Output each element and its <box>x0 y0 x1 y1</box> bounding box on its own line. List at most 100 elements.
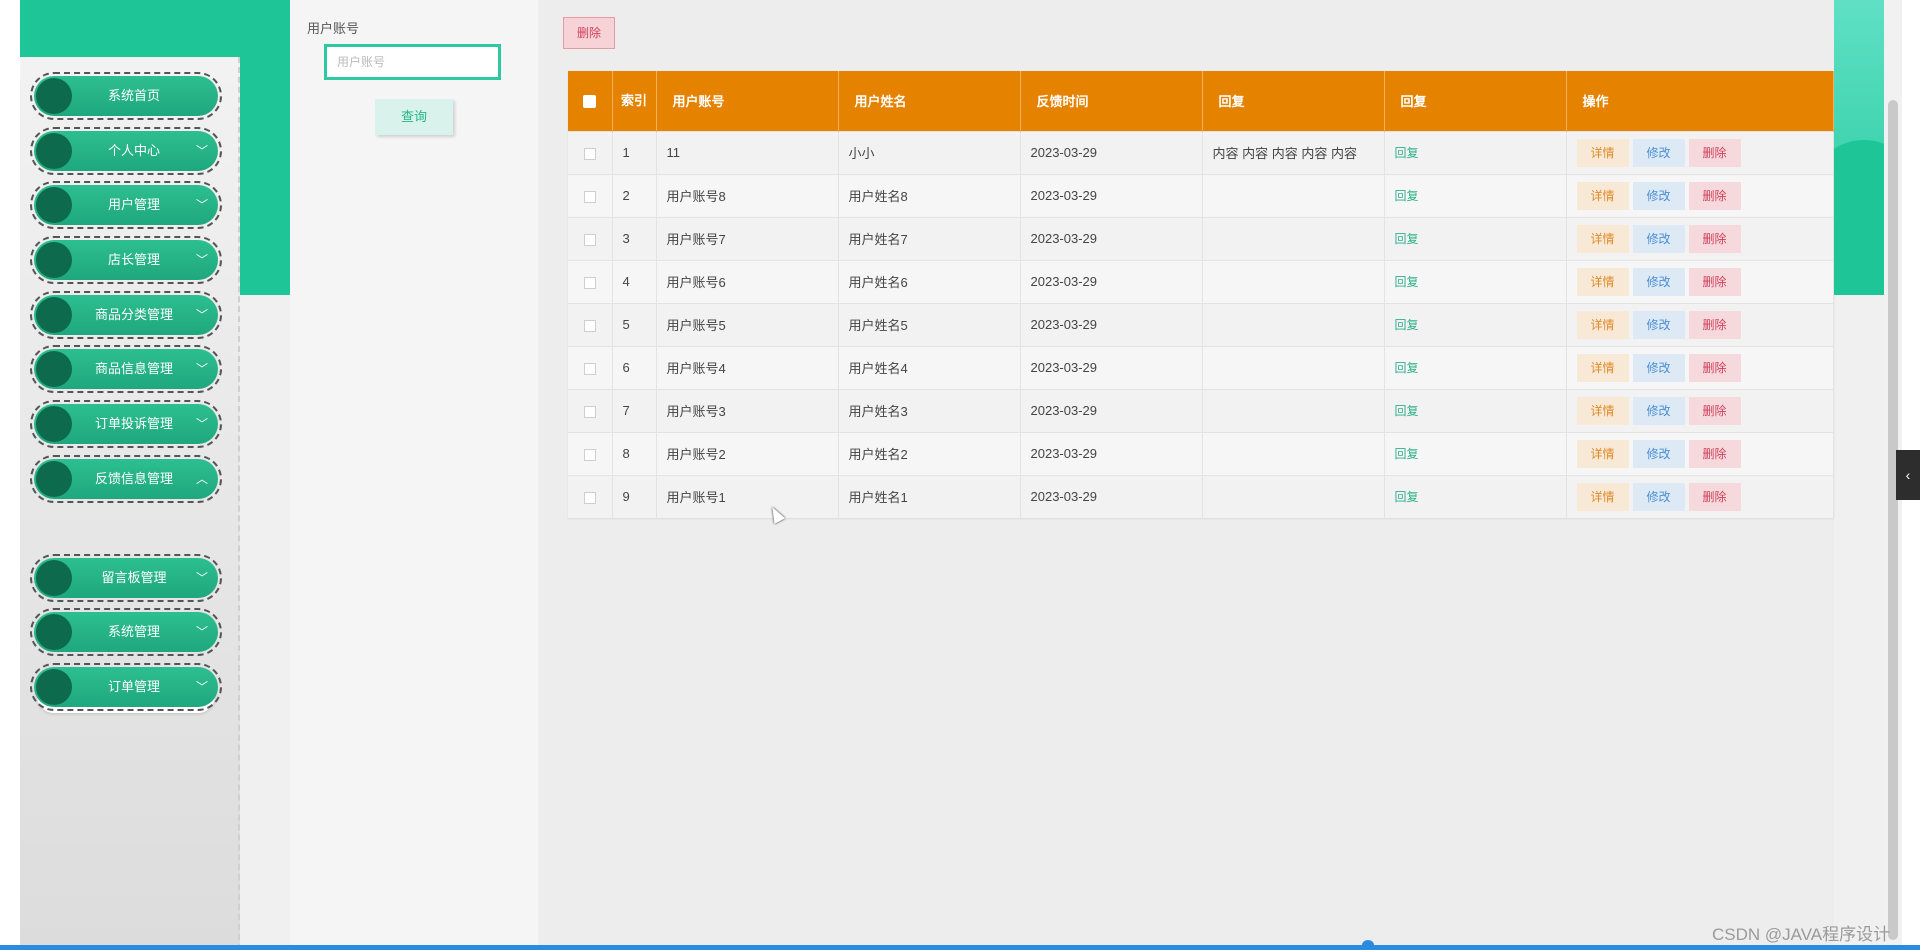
sidebar-item-6[interactable]: 商品信息管理 ﹀ <box>30 345 222 393</box>
detail-button[interactable]: 详情 <box>1576 353 1629 382</box>
app-frame: 反馈信息 系统首页个人中心﹀用户管理﹀店长管理﹀商品分类管理﹀商品信息管理﹀订单… <box>0 0 1920 950</box>
sidebar-item-1[interactable]: 系统首页 <box>30 72 222 120</box>
cell-account: 用户账号4 <box>656 345 839 389</box>
menu-dot-icon <box>36 560 72 596</box>
cell-reply-content <box>1202 216 1385 260</box>
detail-button[interactable]: 详情 <box>1576 138 1629 167</box>
delete-button[interactable]: 删除 <box>1688 310 1741 339</box>
table-row: 8 用户账号2 用户姓名2 2023-03-29 回复 详情 修改 删除 <box>568 431 1834 475</box>
cell-time: 2023-03-29 <box>1020 474 1203 518</box>
detail-button[interactable]: 详情 <box>1576 482 1629 511</box>
decorative-banner-right <box>1834 0 1884 295</box>
sidebar-item-label: 用户管理 <box>107 197 160 212</box>
delete-button[interactable]: 删除 <box>1688 267 1741 296</box>
select-all-header[interactable] <box>568 71 613 131</box>
delete-button[interactable]: 删除 <box>1688 181 1741 210</box>
cell-account: 用户账号2 <box>656 431 839 475</box>
edit-button[interactable]: 修改 <box>1632 138 1685 167</box>
cell-account: 11 <box>656 130 839 174</box>
cell-account: 用户账号6 <box>656 259 839 303</box>
header-time: 反馈时间 <box>1020 71 1203 131</box>
cell-index: 7 <box>612 388 657 432</box>
sidebar-item-11[interactable]: 订单管理 ﹀ <box>30 663 222 711</box>
chevron-left-icon[interactable]: ‹ <box>1896 450 1920 500</box>
delete-button[interactable]: 删除 <box>1688 353 1741 382</box>
select-all-checkbox[interactable] <box>583 95 597 109</box>
detail-button[interactable]: 详情 <box>1576 224 1629 253</box>
cell-name: 用户姓名3 <box>838 388 1021 432</box>
query-button[interactable]: 查询 <box>375 99 453 135</box>
sidebar-item-label: 商品信息管理 <box>94 361 173 376</box>
cell-index: 1 <box>612 130 657 174</box>
row-checkbox[interactable] <box>583 276 596 289</box>
edit-button[interactable]: 修改 <box>1632 267 1685 296</box>
sidebar-item-9[interactable]: 留言板管理 ﹀ <box>30 554 222 602</box>
edit-button[interactable]: 修改 <box>1632 224 1685 253</box>
table-row: 7 用户账号3 用户姓名3 2023-03-29 回复 详情 修改 删除 <box>568 388 1834 432</box>
sidebar-item-3[interactable]: 用户管理 ﹀ <box>30 181 222 229</box>
sidebar-item-10[interactable]: 系统管理 ﹀ <box>30 608 222 656</box>
reply-link[interactable]: 回复 <box>1395 490 1419 504</box>
edit-button[interactable]: 修改 <box>1632 310 1685 339</box>
edit-button[interactable]: 修改 <box>1632 181 1685 210</box>
delete-button[interactable]: 删除 <box>1688 482 1741 511</box>
row-checkbox[interactable] <box>583 405 596 418</box>
row-checkbox-cell <box>568 173 613 217</box>
detail-button[interactable]: 详情 <box>1576 181 1629 210</box>
sidebar-item-pill: 系统首页 <box>34 76 218 116</box>
sidebar-item-4[interactable]: 店长管理 ﹀ <box>30 236 222 284</box>
cell-reply-content: 内容 内容 内容 内容 内容 <box>1202 130 1385 174</box>
row-checkbox[interactable] <box>583 448 596 461</box>
row-checkbox-cell <box>568 216 613 260</box>
sidebar-item-pill: 留言板管理 ﹀ <box>34 558 218 598</box>
edit-button[interactable]: 修改 <box>1632 482 1685 511</box>
row-checkbox[interactable] <box>583 233 596 246</box>
cell-index: 6 <box>612 345 657 389</box>
delete-button[interactable]: 删除 <box>1688 439 1741 468</box>
cell-reply: 回复 <box>1384 173 1567 217</box>
scrollbar-thumb[interactable] <box>1888 100 1898 940</box>
row-checkbox[interactable] <box>583 362 596 375</box>
row-checkbox[interactable] <box>583 147 596 160</box>
menu-dot-icon <box>36 242 72 278</box>
cell-account: 用户账号5 <box>656 302 839 346</box>
detail-button[interactable]: 详情 <box>1576 396 1629 425</box>
sidebar-item-8[interactable]: 反馈信息管理 ︿ <box>30 455 222 503</box>
sidebar-item-pill: 反馈信息管理 ︿ <box>34 459 218 499</box>
reply-link[interactable]: 回复 <box>1395 232 1419 246</box>
detail-button[interactable]: 详情 <box>1576 267 1629 296</box>
row-checkbox[interactable] <box>583 319 596 332</box>
account-search-input[interactable] <box>324 44 501 80</box>
delete-button[interactable]: 删除 <box>1688 138 1741 167</box>
detail-button[interactable]: 详情 <box>1576 310 1629 339</box>
cell-name: 用户姓名2 <box>838 431 1021 475</box>
cell-index: 4 <box>612 259 657 303</box>
reply-link[interactable]: 回复 <box>1395 447 1419 461</box>
sidebar-item-7[interactable]: 订单投诉管理 ﹀ <box>30 400 222 448</box>
delete-button[interactable]: 删除 <box>1688 224 1741 253</box>
header-reply-content: 回复 <box>1202 71 1385 131</box>
edit-button[interactable]: 修改 <box>1632 439 1685 468</box>
menu-dot-icon <box>36 133 72 169</box>
reply-link[interactable]: 回复 <box>1395 275 1419 289</box>
sidebar-item-2[interactable]: 个人中心 ﹀ <box>30 127 222 175</box>
row-checkbox[interactable] <box>583 491 596 504</box>
detail-button[interactable]: 详情 <box>1576 439 1629 468</box>
row-checkbox[interactable] <box>583 190 596 203</box>
reply-link[interactable]: 回复 <box>1395 404 1419 418</box>
cell-time: 2023-03-29 <box>1020 173 1203 217</box>
reply-link[interactable]: 回复 <box>1395 146 1419 160</box>
sidebar-item-5[interactable]: 商品分类管理 ﹀ <box>30 291 222 339</box>
sidebar-item-label: 店长管理 <box>107 252 160 267</box>
reply-link[interactable]: 回复 <box>1395 189 1419 203</box>
sidebar-item-pill: 店长管理 ﹀ <box>34 240 218 280</box>
reply-link[interactable]: 回复 <box>1395 318 1419 332</box>
cell-ops: 详情 修改 删除 <box>1566 474 1834 518</box>
edit-button[interactable]: 修改 <box>1632 353 1685 382</box>
cell-ops: 详情 修改 删除 <box>1566 388 1834 432</box>
edit-button[interactable]: 修改 <box>1632 396 1685 425</box>
reply-link[interactable]: 回复 <box>1395 361 1419 375</box>
menu-dot-icon <box>36 461 72 497</box>
bulk-delete-button[interactable]: 删除 <box>563 17 615 49</box>
delete-button[interactable]: 删除 <box>1688 396 1741 425</box>
